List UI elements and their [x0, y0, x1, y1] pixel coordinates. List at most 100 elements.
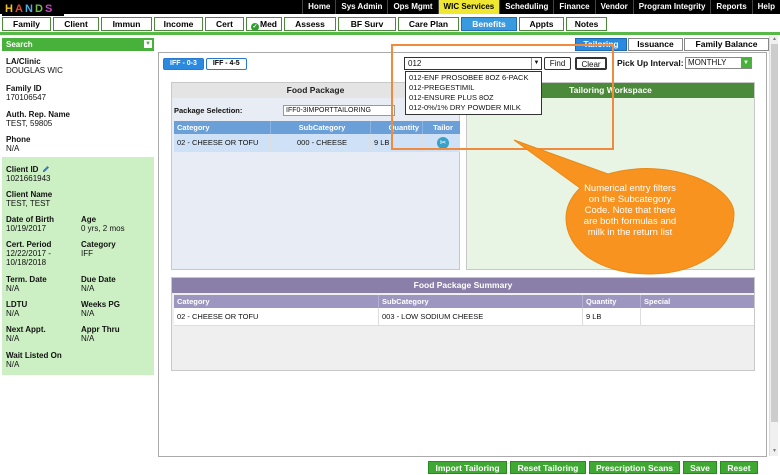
summary-row-quantity: 9 LB: [583, 308, 641, 325]
prescription-scans-button[interactable]: Prescription Scans: [589, 461, 680, 474]
weeks-pg-field: Weeks PG N/A: [81, 300, 120, 318]
auth-rep-field: Auth. Rep. Name TEST, 59805: [6, 110, 70, 128]
family-id-label: Family ID: [6, 84, 42, 93]
dob-field: Date of Birth 10/19/2017: [6, 215, 54, 233]
tab-family-balance[interactable]: Family Balance: [684, 38, 769, 51]
tab-care-plan[interactable]: Care Plan: [398, 17, 459, 31]
due-date-value: N/A: [81, 284, 95, 293]
menu-finance[interactable]: Finance: [553, 0, 594, 14]
subtab-iff-4-5[interactable]: IFF - 4-5: [205, 58, 247, 70]
wic-logo: H A N D S: [2, 0, 64, 16]
term-date-value: N/A: [6, 284, 20, 293]
tab-issuance[interactable]: Issuance: [628, 38, 683, 51]
client-name-label: Client Name: [6, 190, 53, 199]
cert-period-label: Cert. Period: [6, 240, 52, 249]
tab-immun[interactable]: Immun: [101, 17, 152, 31]
client-id-field: Client ID 1021661943: [6, 165, 51, 183]
client-name-value: TEST, TEST: [6, 199, 51, 208]
tab-income[interactable]: Income: [154, 17, 203, 31]
clinic-label: LA/Clinic: [6, 57, 41, 66]
tab-appts[interactable]: Appts: [519, 17, 564, 31]
pickup-interval-select[interactable]: MONTHLY ▼: [685, 57, 752, 69]
check-icon: ✓: [251, 23, 259, 31]
auth-rep-value: TEST, 59805: [6, 119, 53, 128]
cert-period-end: 10/18/2018: [6, 258, 47, 267]
weeks-pg-value: N/A: [81, 309, 95, 318]
summary-grid-header: Category SubCategory Quantity Special: [174, 295, 754, 308]
category-field: Category IFF: [81, 240, 116, 258]
sidebar-search-header[interactable]: Search ▼: [2, 38, 154, 51]
chevron-down-icon[interactable]: ▼: [144, 40, 152, 48]
dob-value: 10/19/2017: [6, 224, 47, 233]
chevron-down-icon[interactable]: ▼: [741, 58, 751, 68]
category-value: IFF: [81, 249, 93, 258]
pencil-icon[interactable]: [42, 165, 50, 173]
col-subcategory: SubCategory: [271, 121, 371, 134]
menu-vendor[interactable]: Vendor: [594, 0, 633, 14]
age-label: Age: [81, 215, 97, 224]
menu-home[interactable]: Home: [302, 0, 335, 14]
reset-tailoring-button[interactable]: Reset Tailoring: [510, 461, 586, 474]
reset-button[interactable]: Reset: [720, 461, 758, 474]
auth-rep-label: Auth. Rep. Name: [6, 110, 71, 119]
age-field: Age 0 yrs, 2 mos: [81, 215, 125, 233]
row-category: 02 - CHEESE OR TOFU: [174, 134, 271, 152]
phone-field: Phone N/A: [6, 135, 30, 153]
table-row[interactable]: 02 - CHEESE OR TOFU 003 - LOW SODIUM CHE…: [174, 308, 754, 326]
scrollbar-thumb[interactable]: [771, 44, 778, 422]
client-id-label: Client ID: [6, 165, 39, 174]
next-appt-field: Next Appt. N/A: [6, 325, 46, 343]
scroll-down-icon[interactable]: ▼: [770, 448, 779, 456]
term-date-field: Term. Date N/A: [6, 275, 47, 293]
svg-text:H: H: [5, 3, 13, 15]
client-id-value: 1021661943: [6, 174, 51, 183]
cert-period-start: 12/22/2017 -: [6, 249, 51, 258]
ldtu-label: LDTU: [6, 300, 28, 309]
tab-cert[interactable]: Cert: [205, 17, 244, 31]
ldtu-value: N/A: [6, 309, 20, 318]
menu-reports[interactable]: Reports: [710, 0, 751, 14]
family-id-field: Family ID 170106547: [6, 84, 46, 102]
save-button[interactable]: Save: [683, 461, 717, 474]
clinic-value: DOUGLAS WIC: [6, 66, 63, 75]
tab-benefits[interactable]: Benefits: [461, 17, 517, 31]
tab-notes[interactable]: Notes: [566, 17, 607, 31]
vertical-scrollbar[interactable]: ▲ ▼: [769, 36, 778, 456]
scroll-up-icon[interactable]: ▲: [770, 36, 779, 44]
weeks-pg-label: Weeks PG: [81, 300, 120, 309]
due-date-field: Due Date N/A: [81, 275, 116, 293]
tab-assess[interactable]: Assess: [284, 17, 336, 31]
package-selection-input[interactable]: IFF0-3IMPORTTAILORING: [283, 105, 395, 116]
main-tabs: Family Client Immun Income Cert ✓ Med Ass…: [2, 17, 607, 31]
summary-title: Food Package Summary: [172, 278, 754, 293]
tab-client[interactable]: Client: [53, 17, 99, 31]
svg-text:N: N: [25, 3, 33, 15]
term-date-label: Term. Date: [6, 275, 47, 284]
tab-med[interactable]: ✓ Med: [246, 17, 282, 31]
next-appt-value: N/A: [6, 334, 20, 343]
phone-value: N/A: [6, 144, 20, 153]
import-tailoring-button[interactable]: Import Tailoring: [428, 461, 507, 474]
tab-bf-surv[interactable]: BF Surv: [338, 17, 396, 31]
package-subtabs: IFF - 0-3 IFF - 4-5: [163, 58, 247, 70]
search-label: Search: [6, 40, 33, 49]
package-selection-label: Package Selection:: [174, 106, 243, 115]
callout-text: Numerical entry filters on the Subcatego…: [583, 183, 677, 238]
tab-family[interactable]: Family: [2, 17, 51, 31]
svg-text:S: S: [45, 3, 52, 15]
menu-program-integrity[interactable]: Program Integrity: [632, 0, 711, 14]
client-name-field: Client Name TEST, TEST: [6, 190, 52, 208]
cert-period-field: Cert. Period 12/22/2017 -10/18/2018: [6, 240, 51, 267]
wait-listed-value: N/A: [6, 360, 20, 369]
top-menu: Home Sys Admin Ops Mgmt WIC Services Sch…: [302, 0, 780, 14]
menu-sys-admin[interactable]: Sys Admin: [335, 0, 387, 14]
subtab-iff-0-3[interactable]: IFF - 0-3: [163, 58, 204, 70]
menu-wic-services[interactable]: WIC Services: [437, 0, 500, 14]
menu-ops-mgmt[interactable]: Ops Mgmt: [387, 0, 437, 14]
menu-scheduling[interactable]: Scheduling: [499, 0, 553, 14]
summary-col-quantity: Quantity: [583, 295, 641, 308]
summary-row-special: [641, 308, 754, 325]
menu-help[interactable]: Help: [751, 0, 780, 14]
age-value: 0 yrs, 2 mos: [81, 224, 125, 233]
tab-underline: [0, 32, 780, 35]
